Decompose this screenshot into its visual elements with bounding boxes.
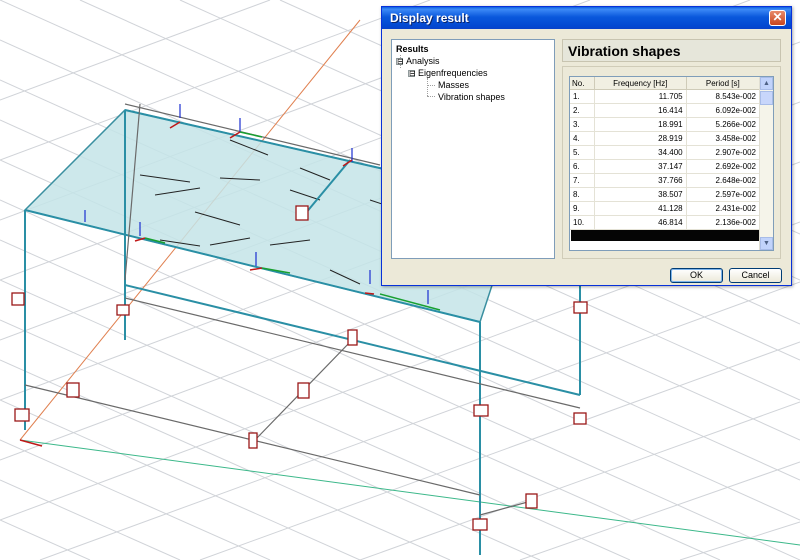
dialog-title: Display result	[390, 11, 469, 25]
cell-frequency: 18.991	[594, 117, 687, 132]
cell-no: 9.	[570, 201, 595, 216]
cell-frequency: 46.814	[594, 215, 687, 230]
table-row[interactable]: 6. 37.147 2.692e-002	[570, 159, 761, 174]
cell-no: 7.	[570, 173, 595, 188]
cell-period: 2.648e-002	[686, 173, 761, 188]
cell-no: 5.	[570, 145, 595, 160]
display-result-dialog: Display result ✕ Results ⊟ Analysis ⊟ Eige…	[381, 6, 792, 286]
cell-frequency: 37.147	[594, 159, 687, 174]
cell-frequency: 34.400	[594, 145, 687, 160]
cell-period: 2.692e-002	[686, 159, 761, 174]
results-frame: No. Frequency [Hz] Period [s] 1. 11.705 8.…	[562, 66, 781, 259]
tree-root-results[interactable]: Results	[396, 43, 429, 55]
vertical-scrollbar[interactable]: ▲ ▼	[759, 77, 773, 250]
column-header-frequency[interactable]: Frequency [Hz]	[594, 77, 687, 90]
tree-item-analysis[interactable]: ⊟ Analysis	[396, 55, 440, 67]
cell-period: 2.907e-002	[686, 145, 761, 160]
tree-connector	[427, 85, 435, 86]
dialog-titlebar[interactable]: Display result ✕	[382, 7, 791, 29]
cell-frequency: 38.507	[594, 187, 687, 202]
tree-item-masses[interactable]: Masses	[438, 79, 469, 91]
scrollbar-thumb[interactable]	[760, 91, 773, 105]
cell-frequency: 16.414	[594, 103, 687, 118]
collapse-icon[interactable]: ⊟	[396, 58, 404, 66]
tree-connector	[427, 78, 428, 96]
cell-no: 6.	[570, 159, 595, 174]
cell-frequency: 37.766	[594, 173, 687, 188]
ok-button[interactable]: OK	[670, 268, 723, 283]
x-axis-line	[19, 439, 800, 546]
table-row[interactable]: 10. 46.814 2.136e-002	[570, 215, 761, 230]
table-row[interactable]: 8. 38.507 2.597e-002	[570, 187, 761, 202]
cell-period: 2.431e-002	[686, 201, 761, 216]
column-header-no[interactable]: No.	[570, 77, 595, 90]
cell-no: 2.	[570, 103, 595, 118]
scroll-up-button[interactable]: ▲	[760, 77, 773, 90]
results-table-container[interactable]: No. Frequency [Hz] Period [s] 1. 11.705 8.…	[569, 76, 774, 251]
close-icon: ✕	[772, 10, 783, 24]
cancel-button[interactable]: Cancel	[729, 268, 782, 283]
cell-no: 10.	[570, 215, 595, 230]
cell-frequency: 28.919	[594, 131, 687, 146]
table-row[interactable]: 5. 34.400 2.907e-002	[570, 145, 761, 160]
table-row[interactable]: 2. 16.414 6.092e-002	[570, 103, 761, 118]
close-button[interactable]: ✕	[769, 10, 786, 26]
tree-item-vibration-shapes[interactable]: Vibration shapes	[438, 91, 505, 103]
cell-no: 3.	[570, 117, 595, 132]
cell-period: 8.543e-002	[686, 89, 761, 104]
panel-header: Vibration shapes	[562, 39, 781, 62]
cell-no: 1.	[570, 89, 595, 104]
tree-item-label: Analysis	[406, 56, 440, 66]
selected-row-highlight[interactable]	[571, 230, 759, 241]
cell-period: 5.266e-002	[686, 117, 761, 132]
cell-frequency: 41.128	[594, 201, 687, 216]
table-body: 1. 11.705 8.543e-002 2. 16.414 6.092e-002 3. 18…	[570, 89, 761, 230]
cell-no: 4.	[570, 131, 595, 146]
arrow-up-icon: ▲	[763, 80, 770, 87]
tree-item-label: Eigenfrequencies	[418, 68, 488, 78]
cell-period: 3.458e-002	[686, 131, 761, 146]
table-row[interactable]: 3. 18.991 5.266e-002	[570, 117, 761, 132]
results-table: No. Frequency [Hz] Period [s] 1. 11.705 8.…	[570, 77, 761, 230]
table-row[interactable]: 7. 37.766 2.648e-002	[570, 173, 761, 188]
table-row[interactable]: 9. 41.128 2.431e-002	[570, 201, 761, 216]
dialog-client-area: Results ⊟ Analysis ⊟ Eigenfrequencies Mass…	[385, 31, 788, 283]
panel-title: Vibration shapes	[568, 43, 681, 59]
scroll-down-button[interactable]: ▼	[760, 237, 773, 250]
tree-connector	[427, 96, 435, 97]
column-header-period[interactable]: Period [s]	[686, 77, 761, 90]
table-header-row: No. Frequency [Hz] Period [s]	[570, 77, 761, 90]
cell-period: 6.092e-002	[686, 103, 761, 118]
table-row[interactable]: 1. 11.705 8.543e-002	[570, 89, 761, 104]
cell-frequency: 11.705	[594, 89, 687, 104]
arrow-down-icon: ▼	[763, 240, 770, 247]
cell-period: 2.136e-002	[686, 215, 761, 230]
cell-period: 2.597e-002	[686, 187, 761, 202]
cell-no: 8.	[570, 187, 595, 202]
collapse-icon[interactable]: ⊟	[408, 70, 416, 78]
tree-item-eigenfrequencies[interactable]: ⊟ Eigenfrequencies	[408, 67, 488, 79]
results-tree[interactable]: Results ⊟ Analysis ⊟ Eigenfrequencies Mass…	[391, 39, 555, 259]
table-row[interactable]: 4. 28.919 3.458e-002	[570, 131, 761, 146]
